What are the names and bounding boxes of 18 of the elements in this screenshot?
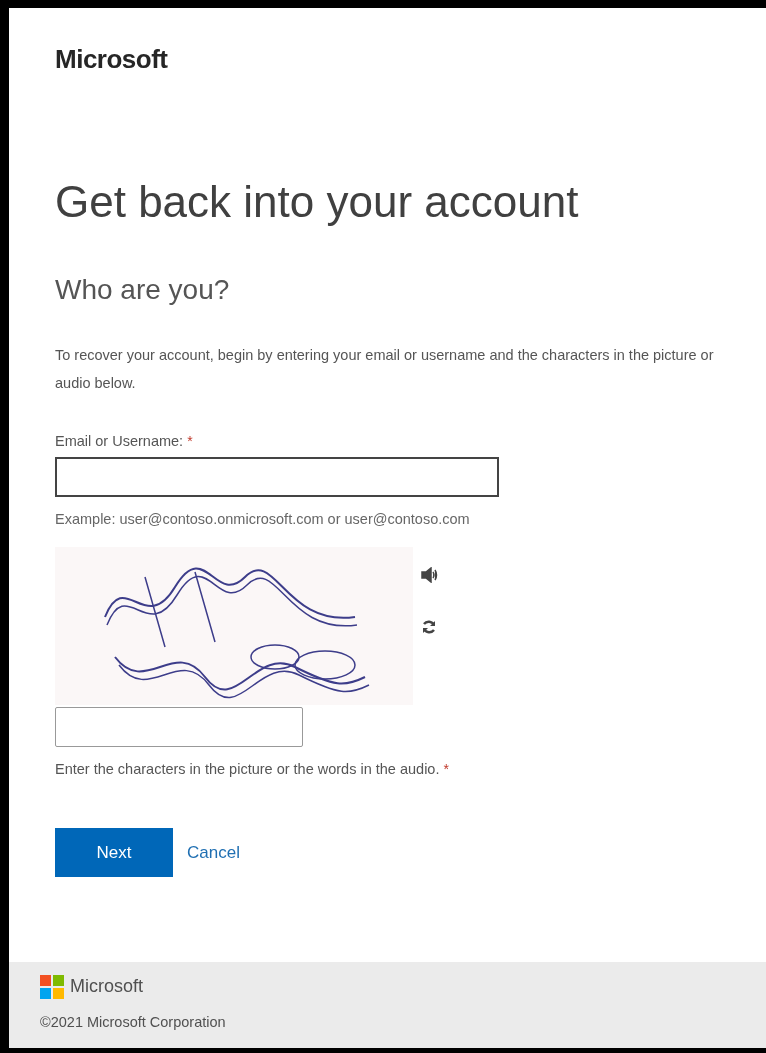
- example-text: Example: user@contoso.onmicrosoft.com or user@contoso.com: [55, 509, 471, 529]
- section-heading: Who are you?: [55, 273, 231, 307]
- required-mark: *: [187, 432, 193, 451]
- field-label: Email or Username:: [55, 432, 184, 451]
- brand-name: Microsoft: [55, 43, 168, 76]
- captcha-field[interactable]: [55, 706, 303, 747]
- speaker-icon[interactable]: [421, 566, 439, 583]
- next-button[interactable]: Next: [55, 828, 173, 878]
- required-mark: *: [443, 759, 449, 779]
- captcha-hint: Enter the characters in the picture or the words in the audio.: [55, 759, 440, 779]
- copyright-text: ©2021 Microsoft Corporation: [40, 1013, 227, 1032]
- intro-text: To recover your account, begin by entering your email or username and the characters in the picture or audio below.: [55, 346, 715, 393]
- page-title: Get back into your account: [55, 176, 580, 228]
- logo-icon: [40, 974, 64, 999]
- email-field[interactable]: [55, 456, 499, 497]
- cancel-link[interactable]: Cancel: [187, 840, 240, 866]
- footer-brand: Microsoft: [70, 975, 143, 998]
- refresh-icon[interactable]: [421, 618, 437, 635]
